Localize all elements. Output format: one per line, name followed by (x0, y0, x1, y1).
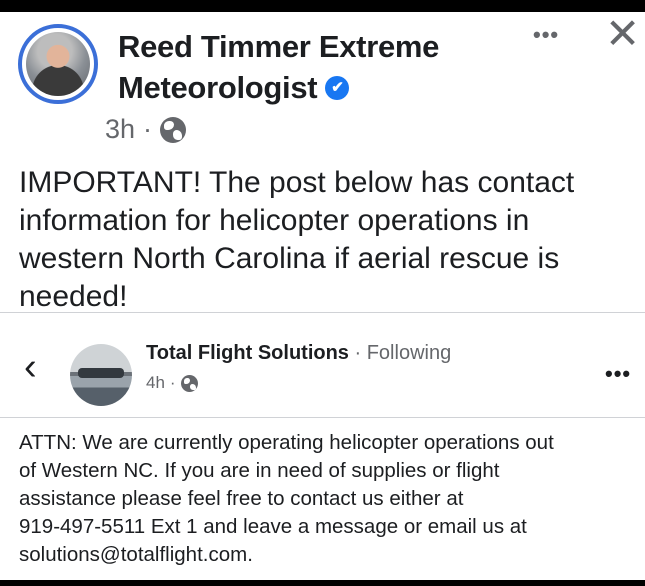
post-text: IMPORTANT! The post below has contact in… (19, 166, 575, 313)
meta-separator: · (143, 114, 153, 144)
facebook-post-card: Reed Timmer Extreme Meteorologist ✔ 3h ·… (0, 12, 645, 580)
shared-meta-separator: · (169, 373, 176, 392)
following-status[interactable]: Following (367, 342, 451, 364)
shared-post: ‹ Total Flight Solutions · Following 4h … (0, 312, 645, 580)
shared-post-text: ATTN: We are currently operating helicop… (19, 431, 554, 566)
post-timestamp[interactable]: 3h (105, 114, 135, 145)
page-name[interactable]: Total Flight Solutions (146, 342, 349, 364)
shared-post-timestamp[interactable]: 4h (146, 373, 165, 393)
author-avatar[interactable] (26, 32, 90, 96)
divider (0, 417, 645, 418)
author-name[interactable]: Reed Timmer Extreme Meteorologist ✔ (118, 26, 439, 108)
shared-page-header: Total Flight Solutions · Following (146, 342, 451, 365)
verified-badge-icon: ✔ (325, 75, 350, 100)
close-button[interactable]: ✕ (605, 12, 640, 58)
back-chevron-icon[interactable]: ‹ (24, 347, 37, 387)
header-separator: · (348, 342, 367, 364)
shared-more-options-button[interactable]: ••• (605, 361, 631, 387)
more-options-button[interactable]: ••• (533, 22, 559, 48)
globe-icon (180, 374, 198, 392)
author-avatar-ring[interactable] (18, 24, 98, 104)
shared-post-meta: 4h · (146, 373, 198, 393)
author-name-line2[interactable]: Meteorologist (118, 67, 318, 108)
author-name-line1[interactable]: Reed Timmer Extreme (118, 26, 439, 67)
post-meta: 3h · (105, 114, 187, 145)
page-avatar[interactable] (70, 344, 132, 406)
globe-icon (160, 116, 187, 143)
